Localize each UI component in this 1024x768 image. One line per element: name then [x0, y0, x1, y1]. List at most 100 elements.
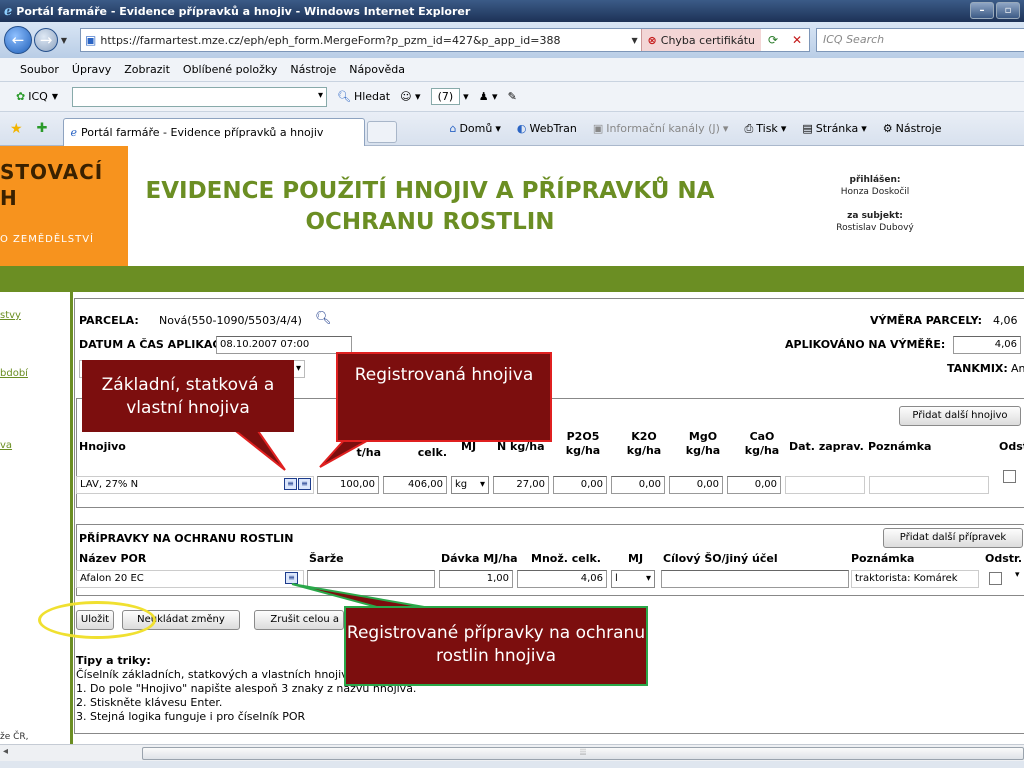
window-titlebar: ℯ Portál farmáře - Evidence přípravků a …	[0, 0, 1024, 22]
forward-button[interactable]: →	[34, 28, 58, 52]
left-menu-item-3[interactable]: va	[0, 440, 12, 451]
left-menu-item-1[interactable]: stvy	[0, 310, 21, 321]
fertilizer-cao-input[interactable]: 0,00	[727, 476, 781, 494]
por-expand-icon[interactable]: ▾	[1015, 570, 1020, 580]
cancel-all-button[interactable]: Zrušit celou a	[254, 610, 344, 630]
minimize-button[interactable]: –	[970, 2, 994, 19]
new-tab-button[interactable]	[367, 120, 398, 143]
add-fertilizer-button[interactable]: Přidat další hnojivo	[899, 406, 1021, 426]
fertilizer-n-input[interactable]: 27,00	[493, 476, 549, 494]
fertilizer-date-input[interactable]	[785, 476, 865, 494]
por-davka-input[interactable]: 1,00	[439, 570, 513, 588]
registered-fertilizer-catalog-icon[interactable]: ≡	[298, 478, 311, 490]
toolbar-feather-icon[interactable]: ✎	[508, 90, 517, 103]
printer-icon: ⎙	[744, 121, 754, 135]
back-button[interactable]: ←	[4, 26, 32, 54]
callout-registered-por: Registrované přípravky na ochranu rostli…	[344, 606, 648, 686]
print-button[interactable]: ⎙ Tisk ▾	[744, 122, 786, 136]
toolbar-counter[interactable]: (7) ▾	[430, 88, 469, 105]
menu-bar: Soubor Úpravy Zobrazit Oblíbené položky …	[0, 58, 1024, 82]
menu-oblibene[interactable]: Oblíbené položky	[183, 63, 278, 76]
col-cao: CaO kg/ha	[744, 430, 780, 457]
fertilizer-k2o-input[interactable]: 0,00	[611, 476, 665, 494]
toolbar-people-icon[interactable]: ♟ ▾	[479, 90, 498, 103]
page-icon-small: ▤	[802, 122, 813, 135]
toolbar-face-icon[interactable]: ☺ ▾	[400, 90, 421, 103]
callout-registered-fertilizers: Registrovaná hnojiva	[336, 352, 552, 442]
toolbar-search-button[interactable]: 🔍︎ Hledat	[337, 90, 390, 103]
home-button[interactable]: ⌂ Domů ▾	[449, 122, 500, 135]
favorites-star-icon[interactable]: ★	[10, 121, 23, 137]
toolbar-search-field[interactable]	[71, 86, 327, 107]
left-menu-item-2[interactable]: bdobí	[0, 368, 28, 379]
webtran-button[interactable]: ◐ WebTran	[517, 122, 577, 135]
por-name-input[interactable]: Afalon 20 EC	[76, 570, 304, 588]
add-favorites-icon[interactable]: ✚	[37, 121, 48, 136]
refresh-icon[interactable]: ⟳	[761, 33, 785, 47]
fertilizer-mnozstvi-input[interactable]: 406,00	[383, 476, 447, 494]
callout-basic-fertilizers: Základní, statková a vlastní hnojiva	[82, 360, 294, 432]
col-hnojivo: Hnojivo	[79, 440, 126, 453]
fertilizer-mgo-input[interactable]: 0,00	[669, 476, 723, 494]
gear-icon: ⚙	[882, 122, 893, 135]
por-remove-checkbox[interactable]	[989, 572, 1002, 585]
por-note-input[interactable]: traktorista: Komárek	[851, 570, 979, 588]
tips-line-3: 2. Stiskněte klávesu Enter.	[76, 696, 223, 709]
parcela-label: PARCELA:	[79, 314, 139, 327]
menu-upravy[interactable]: Úpravy	[72, 63, 111, 76]
basic-fertilizer-catalog-icon[interactable]: ≡	[284, 478, 297, 490]
subject-name: Rostislav Dubový	[836, 223, 914, 233]
cert-error-icon: ⊗	[647, 33, 657, 47]
page-title: EVIDENCE POUŽITÍ HNOJIV A PŘÍPRAVKŮ NA O…	[145, 178, 715, 235]
menu-napoveda[interactable]: Nápověda	[349, 63, 405, 76]
fertilizer-p2o5-input[interactable]: 0,00	[553, 476, 607, 494]
logged-label: přihlášen:	[849, 175, 901, 185]
fertilizer-name-input[interactable]: LAV, 27% N	[76, 476, 314, 494]
tab-ie-icon: ℯ	[70, 125, 77, 139]
portal-logo[interactable]: STOVACÍ H O ZEMĚDĚLSTVÍ	[0, 146, 128, 266]
green-nav-bar	[0, 266, 1024, 292]
certificate-error-button[interactable]: ⊗ Chyba certifikátu	[640, 29, 761, 51]
page-menu-button[interactable]: ▤ Stránka ▾	[802, 122, 866, 135]
fertilizer-remove-checkbox[interactable]	[1003, 470, 1016, 483]
por-mnozstvi-input[interactable]: 4,06	[517, 570, 607, 588]
por-col-poznamka: Poznámka	[851, 552, 915, 565]
horizontal-scrollbar[interactable]: ◂ ⦙⦙⦙	[0, 744, 1024, 761]
col-p2o5: P2O5 kg/ha	[565, 430, 601, 457]
maximize-button[interactable]: ▫	[996, 2, 1020, 19]
url-text[interactable]: https://farmartest.mze.cz/eph/eph_form.M…	[100, 34, 628, 47]
parcel-search-icon[interactable]: 🔍︎	[315, 311, 332, 326]
address-field[interactable]: ▣ https://farmartest.mze.cz/eph/eph_form…	[80, 28, 810, 52]
fertilizer-mj-select[interactable]: kg	[451, 476, 489, 494]
stop-icon[interactable]: ✕	[785, 33, 809, 47]
tankmix-value: An	[1011, 362, 1024, 375]
icq-dropdown-icon[interactable]: ▼	[52, 92, 58, 101]
tools-menu-button[interactable]: ⚙ Nástroje	[883, 122, 942, 135]
menu-zobrazit[interactable]: Zobrazit	[124, 63, 170, 76]
logged-user: Honza Doskočil	[840, 187, 910, 197]
por-col-mnoz: Množ. celk.	[531, 552, 601, 565]
logo-line-2: H	[0, 186, 17, 210]
por-mj-select[interactable]: l	[611, 570, 655, 588]
menu-soubor[interactable]: Soubor	[20, 63, 59, 76]
history-dropdown-icon[interactable]: ▼	[58, 36, 70, 45]
icq-label[interactable]: ICQ	[28, 90, 48, 103]
menu-nastroje[interactable]: Nástroje	[290, 63, 336, 76]
scrollbar-thumb[interactable]: ⦙⦙⦙	[142, 747, 1024, 760]
save-highlight-ellipse	[38, 601, 156, 639]
add-por-button[interactable]: Přidat další přípravek	[883, 528, 1023, 548]
registered-por-catalog-icon[interactable]: ≡	[285, 572, 298, 584]
home-icon: ⌂	[449, 122, 457, 135]
url-dropdown-icon[interactable]: ▼	[629, 36, 641, 45]
por-target-input[interactable]	[661, 570, 849, 588]
aplikovano-input[interactable]: 4,06	[953, 336, 1021, 354]
icq-search-input[interactable]: ICQ Search	[816, 28, 1024, 52]
feeds-button[interactable]: ▣ Informační kanály (J) ▾	[593, 122, 729, 135]
por-sarze-input[interactable]	[307, 570, 435, 588]
fertilizer-davka-input[interactable]: 100,00	[317, 476, 379, 494]
datum-input[interactable]: 08.10.2007 07:00	[216, 336, 352, 354]
tab-active[interactable]: ℯ Portál farmáře - Evidence přípravků a …	[63, 117, 366, 146]
fertilizer-note-input[interactable]	[869, 476, 989, 494]
scroll-left-icon[interactable]: ◂	[3, 746, 8, 757]
por-col-davka: Dávka MJ/ha	[441, 552, 518, 565]
